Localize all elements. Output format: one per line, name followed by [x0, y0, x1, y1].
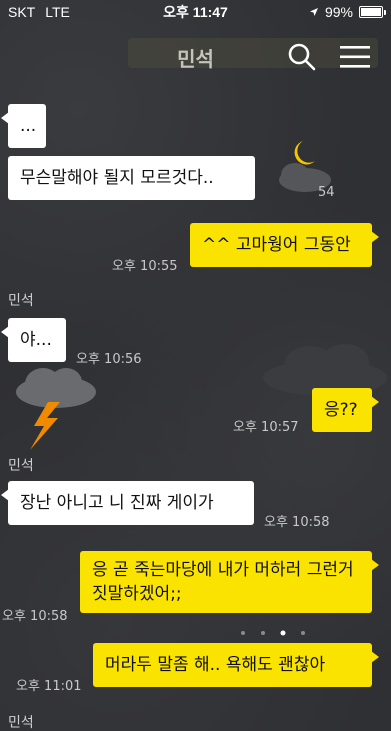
battery-icon	[359, 6, 386, 18]
message-bubble-incoming[interactable]: 야...	[1, 318, 66, 362]
chat-header: 민석	[0, 24, 391, 90]
message-time: 오후 10:57	[233, 420, 299, 435]
message-text: 장난 아니고 니 진짜 게이가	[20, 493, 214, 513]
message-bubble-outgoing[interactable]: 응 곧 죽는마당에 내가 머하러 그런거짓말하겠어;;	[80, 551, 379, 613]
page-indicator-dots	[241, 630, 305, 636]
menu-icon[interactable]	[339, 44, 371, 70]
message-time: 54	[318, 185, 335, 200]
message-text: 무슨말해야 될지 모르것다..	[20, 168, 214, 188]
message-time: 오후 10:55	[112, 259, 178, 274]
message-text: ...	[20, 116, 37, 136]
message-text: 응 곧 죽는마당에 내가 머하러 그런거짓말하겠어;;	[92, 560, 354, 604]
message-time: 오후 11:01	[16, 679, 82, 694]
message-time: 오후 10:56	[76, 352, 142, 367]
search-icon[interactable]	[287, 42, 317, 72]
message-bubble-incoming[interactable]: 장난 아니고 니 진짜 게이가	[1, 481, 254, 525]
location-arrow-icon	[309, 4, 319, 20]
battery-percent: 99%	[324, 4, 353, 20]
message-time: 오후 10:58	[264, 515, 330, 530]
status-bar: SKT LTE 오후 11:47 99%	[0, 0, 391, 24]
message-text: 머라두 말좀 해.. 욕해도 괜찮아	[105, 655, 326, 675]
status-time: 오후 11:47	[163, 4, 228, 20]
message-text: 야...	[20, 330, 52, 350]
message-text: ^^ 고마웡어 그동안	[202, 235, 351, 255]
message-bubble-incoming[interactable]: 무슨말해야 될지 모르것다..	[8, 156, 255, 200]
network-label: LTE	[45, 4, 70, 20]
message-bubble-incoming[interactable]: ...	[1, 104, 46, 148]
message-text: 응??	[324, 400, 358, 420]
message-bubble-outgoing[interactable]: 머라두 말좀 해.. 욕해도 괜찮아	[93, 643, 379, 687]
message-bubble-outgoing[interactable]: ^^ 고마웡어 그동안	[190, 223, 379, 267]
message-time: 오후 10:58	[2, 609, 68, 624]
sender-name: 민석	[8, 715, 34, 731]
storm-cloud-icon	[16, 368, 96, 450]
sender-name: 민석	[8, 293, 34, 309]
sender-name: 민석	[8, 458, 34, 474]
carrier-label: SKT	[8, 4, 36, 20]
message-bubble-outgoing[interactable]: 응??	[312, 388, 379, 432]
